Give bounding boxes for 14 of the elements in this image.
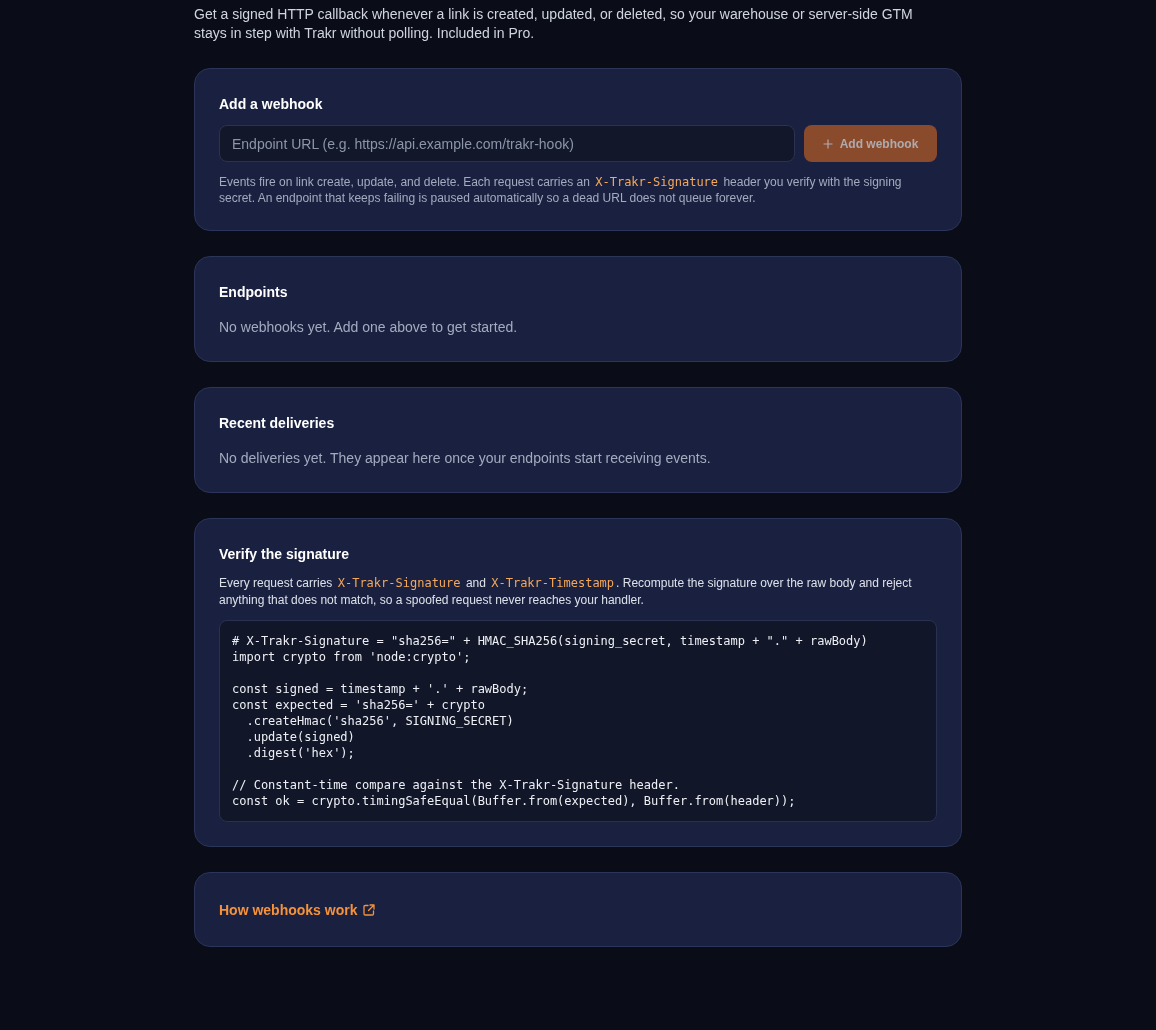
section-title: Recent deliveries xyxy=(219,414,336,432)
intro-text: Get a signed HTTP callback whenever a link is created, updated, or deleted, so your warehouse or server-side GTM stays in step with Trakr without polling. Included in Pro. xyxy=(194,5,914,43)
plus-icon xyxy=(822,138,833,149)
empty-state-text: No webhooks yet. Add one above to get started. xyxy=(219,318,519,337)
url-input-field[interactable]: Endpoint URL (e.g. https://api.example.com/trakr-hook) xyxy=(219,125,795,162)
description-text: Every request carries X-Trakr-Signature and X-Trakr-Timestamp . Recompute the signature over the raw body and reject anything that does not match, so a spoofed request never reaches your handler. xyxy=(219,575,913,609)
help-text: Events fire on link create, update, and delete. Each request carries an X-Trakr-Signature header you verify with the signing secret. An endpoint that keeps failing is paused automatically so a dead URL does not queue forever. xyxy=(219,174,903,206)
section-title: Add a webhook xyxy=(219,95,324,113)
code-block: # X-Trakr-Signature = "sha256=" + HMAC_SHA256(signing_secret, timestamp + "." + rawBody) import crypto from 'node:crypto'; const signed = timestamp + '.' + rawBody; const expected = 'sha256=' + crypto .createHmac('sha256', SIGNING_SECRET) .update(signed) .digest('hex'); // Constant-time compare against the X-Trakr-Signature header. const ok = crypto.timingSafeEqual(Buffer.from(expected), Buffer.from(header)); xyxy=(219,620,937,822)
section-title: Endpoints xyxy=(219,283,289,301)
docs-link[interactable]: How webhooks work xyxy=(219,900,376,920)
external-link-icon xyxy=(363,904,376,916)
section-title: Verify the signature xyxy=(219,545,350,563)
empty-state-text: No deliveries yet. They appear here once your endpoints start receiving events. xyxy=(219,449,712,468)
